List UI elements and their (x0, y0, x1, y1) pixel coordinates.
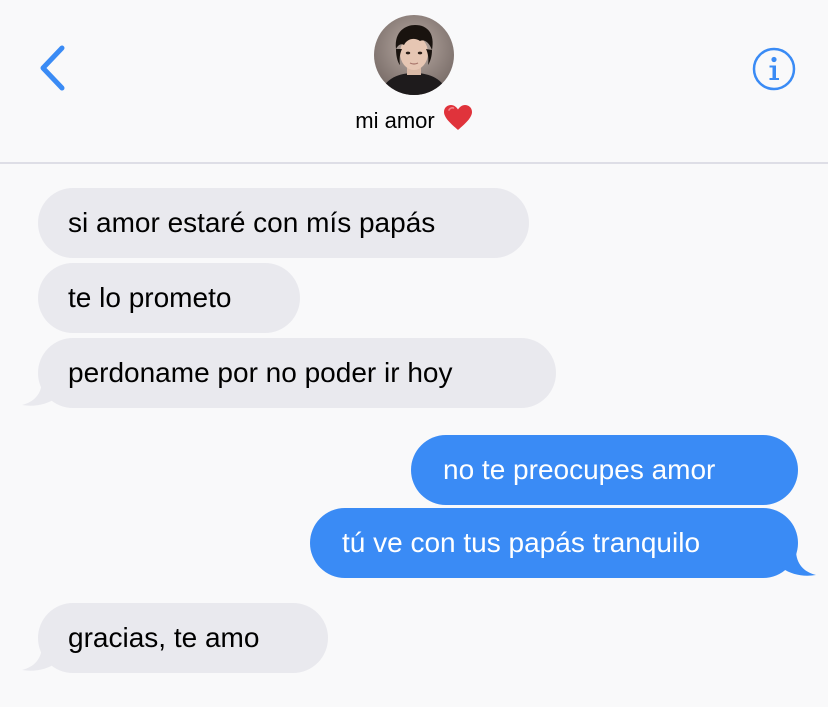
message-bubble-incoming[interactable]: te lo prometo (38, 263, 300, 333)
red-heart-icon (443, 104, 473, 137)
message-text: tú ve con tus papás tranquilo (342, 527, 701, 558)
contact-avatar[interactable] (374, 15, 454, 95)
back-button[interactable] (30, 38, 80, 98)
message-bubble-incoming[interactable]: gracias, te amo (38, 603, 328, 673)
contact-name[interactable]: mi amor (0, 104, 828, 137)
message-text: perdoname por no poder ir hoy (68, 357, 453, 388)
message-bubble-incoming[interactable]: si amor estaré con mís papás (38, 188, 529, 258)
message-text: te lo prometo (68, 282, 232, 313)
contact-name-label: mi amor (355, 108, 435, 133)
message-text: si amor estaré con mís papás (68, 207, 436, 238)
message-bubble-incoming[interactable]: perdoname por no poder ir hoy (38, 338, 556, 408)
message-bubble-outgoing[interactable]: tú ve con tus papás tranquilo (310, 508, 798, 578)
message-text: no te preocupes amor (443, 454, 716, 485)
chevron-left-icon (40, 45, 65, 91)
message-text: gracias, te amo (68, 622, 260, 653)
message-bubble-outgoing[interactable]: no te preocupes amor (411, 435, 798, 505)
info-button[interactable] (751, 46, 797, 92)
conversation-header: mi amor (0, 0, 828, 164)
info-icon (752, 47, 796, 91)
